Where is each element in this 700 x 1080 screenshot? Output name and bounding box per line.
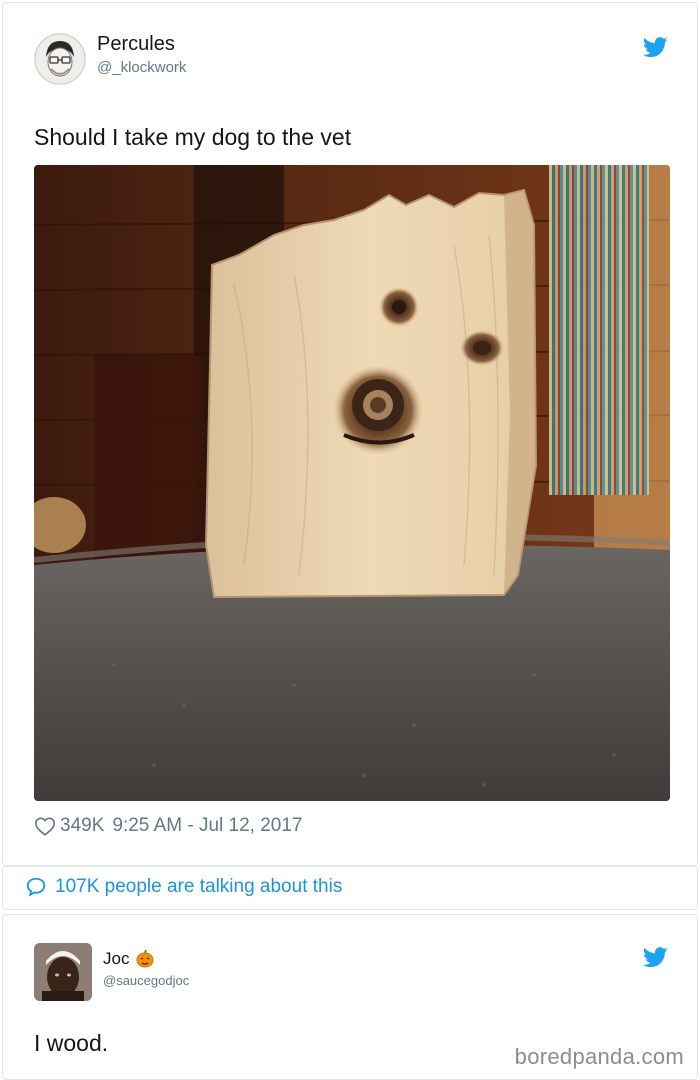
twitter-bird-icon[interactable] [643,947,668,968]
twitter-bird-icon[interactable] [643,37,668,58]
author-name-text[interactable]: Joc [103,949,129,969]
tweet-meta: 349K 9:25 AM - Jul 12, 2017 [34,815,311,837]
tweet-text: Should I take my dog to the vet [34,124,352,150]
conversation-link[interactable]: 107K people are talking about this [55,876,342,898]
watermark: boredpanda.com [514,1044,684,1069]
tweet-photo[interactable] [34,165,670,801]
author-handle[interactable]: @saucegodjoc [103,973,189,988]
author-name[interactable]: Percules [97,33,175,56]
avatar-joc[interactable] [34,943,92,1001]
avatar-percules[interactable] [34,33,86,85]
tweet-card-1: Percules @_klockwork Should I take my do… [2,2,698,866]
tweet-text: I wood. [34,1030,109,1056]
tweet-timestamp[interactable]: 9:25 AM - Jul 12, 2017 [112,815,302,837]
like-count[interactable]: 349K [60,815,104,837]
heart-icon[interactable] [34,815,56,837]
author-name: Joc [103,949,155,969]
conversation-bar[interactable]: 107K people are talking about this [2,866,698,910]
author-handle[interactable]: @_klockwork [97,59,186,76]
pumpkin-emoji-icon [136,949,154,968]
speech-bubble-icon [26,877,46,897]
